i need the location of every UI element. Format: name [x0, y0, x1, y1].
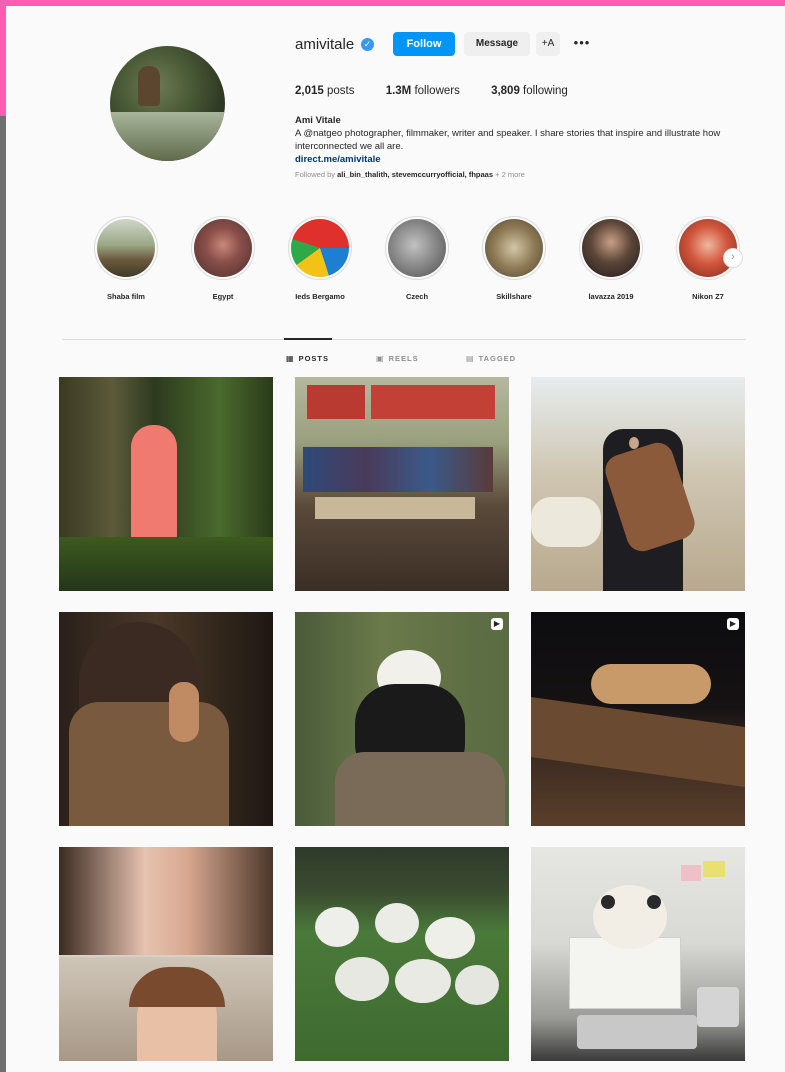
- highlight-item[interactable]: Ieds Bergamo: [280, 216, 360, 301]
- post-tile[interactable]: [59, 612, 273, 826]
- tab-reels[interactable]: ▣ REELS: [376, 354, 419, 363]
- highlight-label: Skillshare: [496, 292, 532, 301]
- follow-button[interactable]: Follow: [393, 32, 455, 56]
- post-tile[interactable]: [531, 847, 745, 1061]
- avatar-photo-water: [110, 112, 225, 161]
- post-tile[interactable]: [295, 847, 509, 1061]
- highlight-item[interactable]: Skillshare: [474, 216, 554, 301]
- highlight-label: Ieds Bergamo: [295, 292, 345, 301]
- tabs-divider: [62, 339, 746, 340]
- post-tile[interactable]: [531, 377, 745, 591]
- highlight-item[interactable]: Egypt: [183, 216, 263, 301]
- post-tile[interactable]: ▶: [295, 612, 509, 826]
- message-button[interactable]: Message: [464, 32, 530, 56]
- active-tab-indicator: [284, 338, 332, 340]
- reel-badge-icon: ▶: [491, 618, 503, 630]
- highlights-next-arrow-icon[interactable]: ›: [723, 248, 743, 268]
- profile-page: amivitale ✓ Follow Message +A ••• 2,015 …: [6, 6, 785, 1072]
- posts-stat: 2,015 posts: [295, 85, 355, 97]
- profile-website-link[interactable]: direct.me/amivitale: [295, 153, 735, 166]
- highlight-item[interactable]: Czech: [377, 216, 457, 301]
- avatar-photo-figure: [138, 66, 160, 106]
- highlight-label: Czech: [405, 292, 429, 301]
- highlight-label: Egypt: [212, 292, 234, 301]
- highlight-label: lavazza 2019: [588, 292, 634, 301]
- profile-stats: 2,015 posts 1.3M followers 3,809 followi…: [295, 85, 596, 97]
- tab-tagged[interactable]: ▤ TAGGED: [466, 354, 516, 363]
- post-tile[interactable]: [59, 377, 273, 591]
- post-tile[interactable]: [295, 377, 509, 591]
- post-tile[interactable]: ▶: [59, 847, 273, 1061]
- profile-full-name: Ami Vitale: [295, 115, 341, 126]
- highlight-item[interactable]: lavazza 2019: [571, 216, 651, 301]
- profile-username: amivitale: [295, 36, 355, 53]
- profile-bio: Ami Vitale A @natgeo photographer, filmm…: [295, 114, 735, 166]
- story-highlights: Shaba film Egypt Ieds Bergamo Czech Skil…: [86, 216, 746, 308]
- grid-icon: ▦: [286, 354, 295, 363]
- followers-stat[interactable]: 1.3M followers: [386, 85, 460, 97]
- highlight-label: Nikon Z7: [692, 292, 724, 301]
- following-stat[interactable]: 3,809 following: [491, 85, 568, 97]
- profile-avatar[interactable]: [110, 46, 225, 161]
- verified-badge-icon: ✓: [361, 38, 374, 51]
- profile-bio-text: A @natgeo photographer, filmmaker, write…: [295, 128, 721, 152]
- more-options-icon[interactable]: •••: [570, 32, 594, 56]
- suggested-accounts-button[interactable]: +A: [536, 32, 560, 56]
- tab-posts[interactable]: ▦ POSTS: [286, 354, 329, 363]
- followed-by[interactable]: Followed by ali_bin_thalith, stevemccurr…: [295, 170, 525, 179]
- post-tile[interactable]: ▶: [531, 612, 745, 826]
- highlight-label: Shaba film: [107, 292, 145, 301]
- reel-badge-icon: ▶: [727, 618, 739, 630]
- highlight-item[interactable]: Shaba film: [86, 216, 166, 301]
- reels-icon: ▣: [376, 354, 385, 363]
- tagged-icon: ▤: [466, 354, 475, 363]
